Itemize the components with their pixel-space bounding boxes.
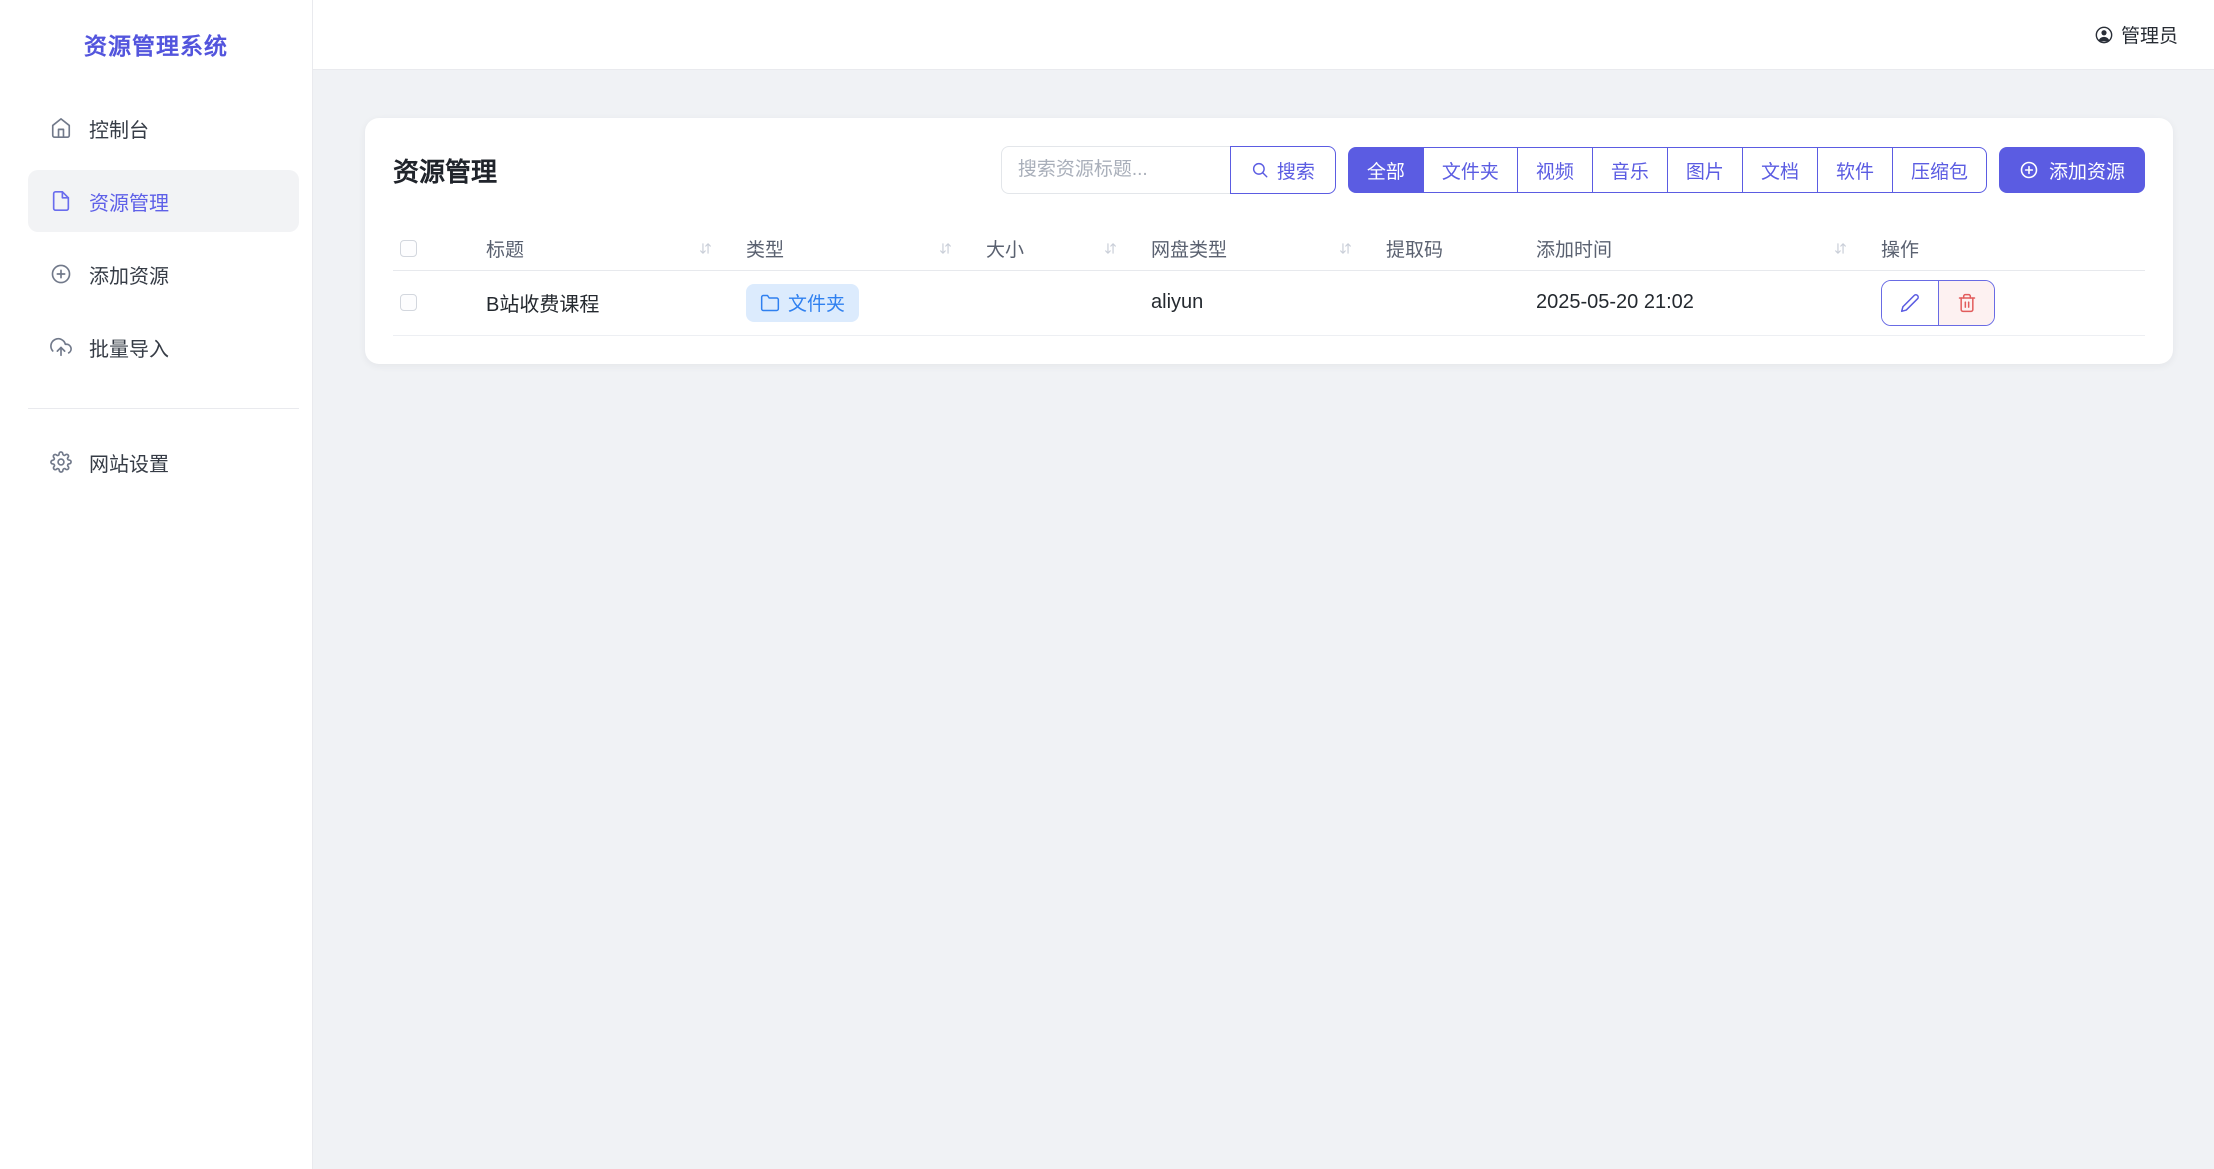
user-menu[interactable]: 管理员 — [2094, 21, 2178, 48]
table-header-row: 标题 类型 大小 网盘类型 — [393, 228, 2145, 270]
plus-circle-icon — [2019, 160, 2039, 180]
row-checkbox[interactable] — [400, 294, 417, 311]
gear-icon — [50, 451, 72, 473]
filter-document[interactable]: 文档 — [1742, 147, 1818, 193]
topbar: 管理员 — [313, 0, 2214, 70]
upload-cloud-icon — [50, 336, 72, 358]
search-button-label: 搜索 — [1277, 157, 1315, 184]
cell-size — [970, 270, 1135, 335]
sort-icon[interactable] — [697, 240, 714, 257]
search-input[interactable] — [1001, 146, 1230, 194]
sort-icon[interactable] — [1102, 240, 1119, 257]
column-header-added-time: 添加时间 — [1520, 228, 1865, 270]
sidebar-item-label: 网站设置 — [89, 448, 169, 477]
sort-icon[interactable] — [937, 240, 954, 257]
sidebar-nav: 控制台 资源管理 添加资源 批量导入 网站设置 — [0, 97, 312, 493]
cell-disk-type: aliyun — [1135, 270, 1370, 335]
cell-added-time: 2025-05-20 21:02 — [1520, 270, 1865, 335]
resource-card: 资源管理 搜索 全部 文件夹 视频 音乐 图片 — [365, 118, 2173, 364]
type-badge-label: 文件夹 — [788, 289, 845, 316]
add-resource-label: 添加资源 — [2049, 157, 2125, 184]
sort-icon[interactable] — [1832, 240, 1849, 257]
sidebar-item-label: 批量导入 — [89, 333, 169, 362]
row-action-group — [1881, 280, 1995, 326]
sidebar-item-resource-management[interactable]: 资源管理 — [28, 170, 299, 232]
sidebar-item-add-resource[interactable]: 添加资源 — [28, 243, 299, 305]
sidebar-item-dashboard[interactable]: 控制台 — [28, 97, 299, 159]
filter-software[interactable]: 软件 — [1817, 147, 1893, 193]
resource-table: 标题 类型 大小 网盘类型 — [393, 228, 2145, 336]
sidebar-divider — [28, 408, 299, 409]
delete-button[interactable] — [1938, 281, 1994, 325]
column-header-extract-code: 提取码 — [1370, 228, 1520, 270]
column-header-disk-type: 网盘类型 — [1135, 228, 1370, 270]
column-header-size: 大小 — [970, 228, 1135, 270]
main-content: 资源管理 搜索 全部 文件夹 视频 音乐 图片 — [313, 70, 2214, 364]
search-box: 搜索 — [1001, 146, 1336, 194]
user-avatar-icon — [2094, 25, 2114, 45]
sidebar: 资源管理系统 控制台 资源管理 添加资源 批量导入 — [0, 0, 313, 1169]
type-filter-group: 全部 文件夹 视频 音乐 图片 文档 软件 压缩包 — [1348, 147, 1987, 193]
cell-title: B站收费课程 — [470, 270, 730, 335]
card-header: 资源管理 搜索 全部 文件夹 视频 音乐 图片 — [393, 146, 2145, 194]
cell-extract-code — [1370, 270, 1520, 335]
cell-actions — [1865, 270, 2145, 335]
filter-all[interactable]: 全部 — [1348, 147, 1424, 193]
edit-button[interactable] — [1882, 281, 1938, 325]
filter-image[interactable]: 图片 — [1667, 147, 1743, 193]
user-name: 管理员 — [2121, 21, 2178, 48]
cell-type: 文件夹 — [730, 270, 970, 335]
page-title: 资源管理 — [393, 152, 497, 189]
add-resource-button[interactable]: 添加资源 — [1999, 147, 2145, 193]
filter-music[interactable]: 音乐 — [1592, 147, 1668, 193]
home-icon — [50, 117, 72, 139]
sidebar-item-batch-import[interactable]: 批量导入 — [28, 316, 299, 378]
document-icon — [50, 190, 72, 212]
select-all-checkbox[interactable] — [400, 240, 417, 257]
search-icon — [1251, 161, 1269, 179]
column-header-type: 类型 — [730, 228, 970, 270]
filter-folder[interactable]: 文件夹 — [1423, 147, 1518, 193]
sidebar-item-label: 资源管理 — [89, 187, 169, 216]
type-badge: 文件夹 — [746, 284, 859, 322]
filter-archive[interactable]: 压缩包 — [1892, 147, 1987, 193]
filter-video[interactable]: 视频 — [1517, 147, 1593, 193]
sidebar-item-label: 控制台 — [89, 114, 149, 143]
column-header-actions: 操作 — [1865, 228, 2145, 270]
table-row: B站收费课程 文件夹 aliyun 2025-05-20 21:02 — [393, 270, 2145, 335]
pencil-icon — [1900, 293, 1920, 313]
sort-icon[interactable] — [1337, 240, 1354, 257]
search-button[interactable]: 搜索 — [1230, 146, 1336, 194]
plus-circle-icon — [50, 263, 72, 285]
column-header-title: 标题 — [470, 228, 730, 270]
brand-title: 资源管理系统 — [0, 0, 312, 59]
sidebar-item-label: 添加资源 — [89, 260, 169, 289]
sidebar-item-site-settings[interactable]: 网站设置 — [28, 431, 299, 493]
folder-icon — [760, 293, 780, 313]
toolbar: 搜索 全部 文件夹 视频 音乐 图片 文档 软件 压缩包 — [1001, 146, 2145, 194]
trash-icon — [1957, 293, 1977, 313]
